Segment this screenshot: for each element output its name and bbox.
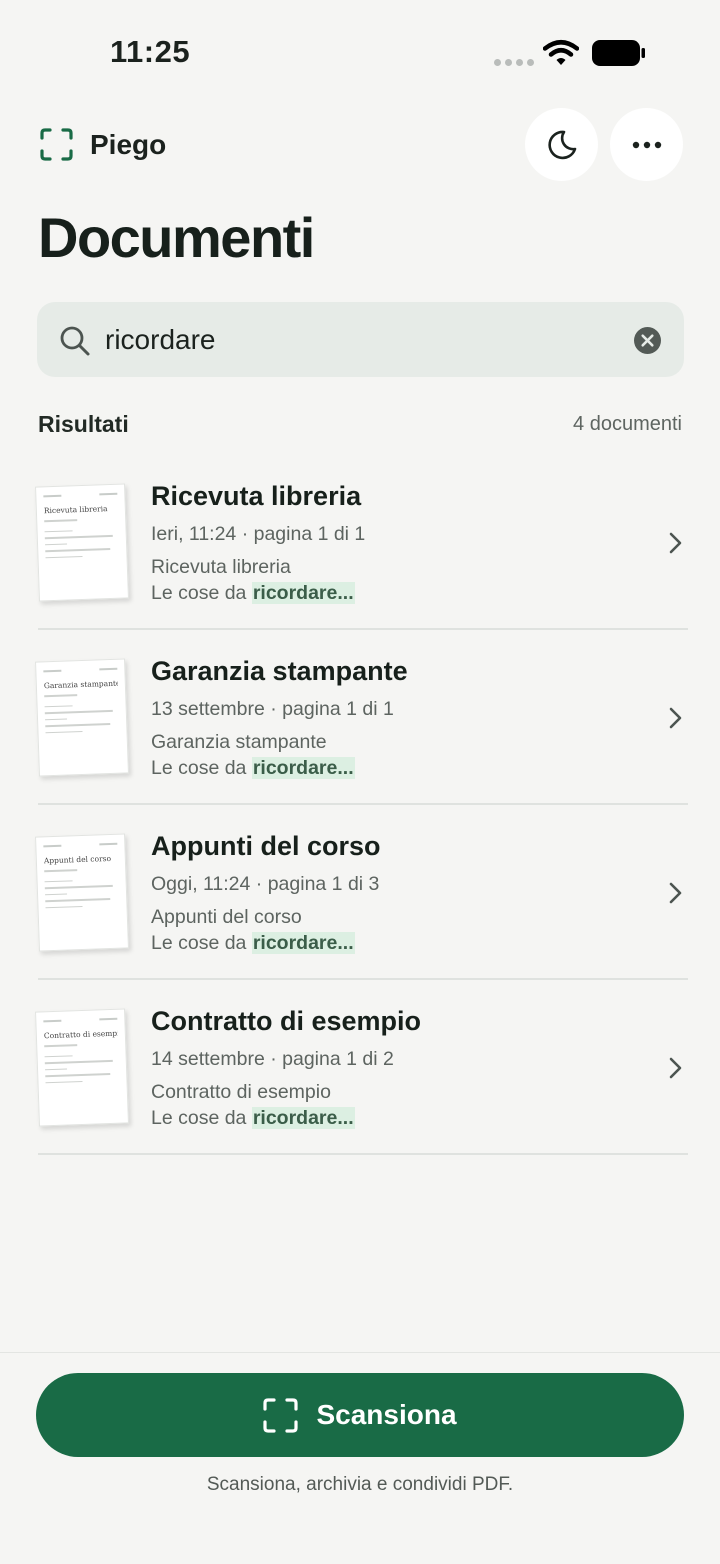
search-bar <box>37 302 684 377</box>
search-match: ricordare... <box>251 1107 355 1129</box>
document-title: Ricevuta libreria <box>151 481 362 511</box>
tagline: Scansiona, archivia e condividi PDF. <box>206 1474 514 1495</box>
theme-toggle-button[interactable] <box>525 108 598 181</box>
document-title: Garanzia stampante <box>151 656 408 686</box>
search-icon <box>60 326 90 356</box>
document-snippet: Le cose da ricordare... <box>151 757 355 779</box>
ellipsis-icon <box>632 141 661 148</box>
cellular-signal-icon <box>494 59 534 66</box>
status-bar: 11:25 <box>0 0 720 100</box>
document-name: Contratto di esempio <box>151 1081 331 1103</box>
document-meta: Oggi, 11:24 · pagina 1 di 3 <box>151 873 380 895</box>
document-row[interactable]: Ricevuta libreria Ricevuta libreria Ieri… <box>0 455 720 630</box>
document-snippet: Le cose da ricordare... <box>151 582 355 604</box>
scan-button-label: Scansiona <box>316 1399 457 1430</box>
document-thumbnail: Ricevuta libreria <box>35 483 129 602</box>
status-time: 11:25 <box>110 34 191 69</box>
document-meta: 13 settembre · pagina 1 di 1 <box>151 698 394 720</box>
bottom-bar: Scansiona Scansiona, archivia e condivid… <box>0 1352 720 1564</box>
more-options-button[interactable] <box>610 108 683 181</box>
chevron-right-icon <box>669 1057 682 1079</box>
document-row[interactable]: Garanzia stampante Garanzia stampante 13… <box>0 630 720 805</box>
results-count: 4 documenti <box>573 413 682 435</box>
search-match: ricordare... <box>251 582 355 604</box>
document-snippet: Le cose da ricordare... <box>151 1107 355 1129</box>
document-thumbnail: Contratto di esempio <box>35 1008 129 1127</box>
document-title: Contratto di esempio <box>151 1006 422 1036</box>
document-thumbnail: Appunti del corso <box>35 833 129 952</box>
battery-icon <box>592 40 645 66</box>
chevron-right-icon <box>669 882 682 904</box>
document-list: Ricevuta libreria Ricevuta libreria Ieri… <box>0 455 720 1155</box>
document-meta: 14 settembre · pagina 1 di 2 <box>151 1048 394 1070</box>
results-label: Risultati <box>38 411 129 437</box>
document-meta: Ieri, 11:24 · pagina 1 di 1 <box>151 523 366 545</box>
clear-icon[interactable] <box>634 327 661 354</box>
document-name: Ricevuta libreria <box>151 556 291 578</box>
document-thumbnail: Garanzia stampante <box>35 658 129 777</box>
document-title: Appunti del corso <box>151 831 381 861</box>
chevron-right-icon <box>669 707 682 729</box>
document-snippet: Le cose da ricordare... <box>151 932 355 954</box>
document-name: Garanzia stampante <box>151 731 327 753</box>
scan-button[interactable]: Scansiona <box>36 1373 684 1457</box>
chevron-right-icon <box>669 532 682 554</box>
app-header: Piego <box>0 100 720 190</box>
scan-frame-icon <box>40 128 73 161</box>
page-title: Documenti <box>38 206 315 269</box>
app-name: Piego <box>90 128 167 160</box>
divider <box>38 1153 688 1155</box>
search-input[interactable] <box>105 302 625 377</box>
document-row[interactable]: Contratto di esempio Contratto di esempi… <box>0 980 720 1155</box>
document-name: Appunti del corso <box>151 906 302 928</box>
brand: Piego <box>40 128 166 161</box>
scan-frame-icon <box>263 1397 299 1433</box>
wifi-icon <box>543 40 579 65</box>
document-row[interactable]: Appunti del corso Appunti del corso Oggi… <box>0 805 720 980</box>
search-match: ricordare... <box>251 932 355 954</box>
search-match: ricordare... <box>251 757 355 779</box>
moon-icon <box>547 130 576 159</box>
